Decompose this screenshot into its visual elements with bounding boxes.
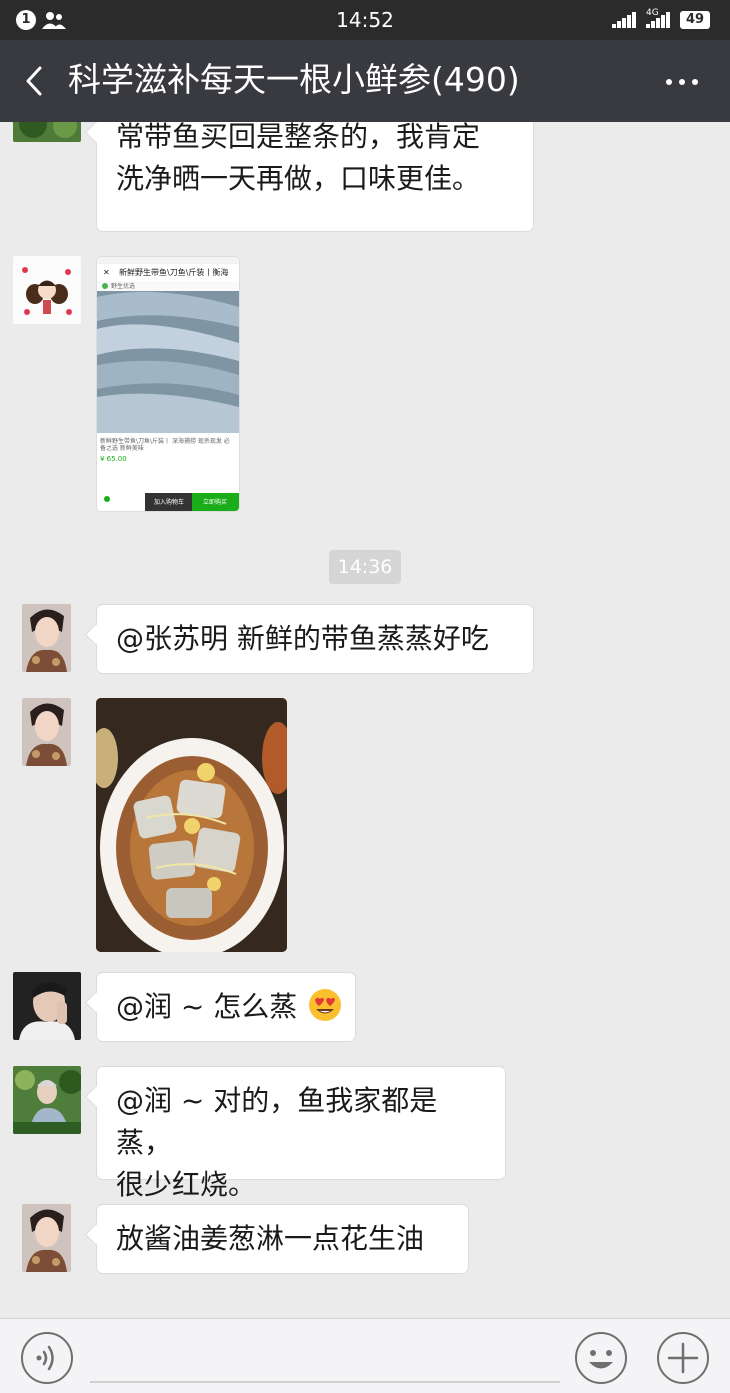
buy-now-button: 立即购买 — [203, 498, 227, 506]
battery-icon: 49 — [680, 11, 710, 29]
add-more-icon[interactable] — [656, 1331, 710, 1385]
avatar[interactable] — [13, 122, 81, 142]
message-bubble[interactable]: 放酱油姜葱淋一点花生油 — [96, 1204, 469, 1274]
avatar[interactable] — [22, 698, 71, 766]
message-input-field[interactable] — [90, 1381, 560, 1383]
close-icon: ✕ — [103, 268, 110, 277]
product-screenshot-image[interactable]: ✕ 新鲜野生带鱼\刀鱼\斤装丨衡海 野生优选 新鲜野生带鱼\刀鱼\斤装丨 深海捕… — [96, 256, 240, 512]
message-line: @润 ~ 怎么蒸 — [116, 990, 298, 1023]
avatar[interactable] — [13, 972, 81, 1040]
avatar[interactable] — [22, 604, 71, 672]
add-cart-button: 加入购物车 — [154, 498, 184, 506]
message-bubble[interactable]: @润 ~ 对的，鱼我家都是蒸， 很少红烧。 — [96, 1066, 506, 1201]
avatar[interactable] — [13, 256, 81, 324]
message-line: 洗净晒一天再做，口味更佳。 — [116, 162, 481, 195]
message-input-bar — [0, 1318, 730, 1393]
chat-header: 科学滋补每天一根小鲜参(490) — [0, 40, 730, 122]
product-desc: 备之选 新鲜美味 — [100, 444, 144, 452]
product-desc: 新鲜野生带鱼\刀鱼\斤装丨 深海捕捞 现杀现发 必 — [100, 437, 230, 445]
message-bubble[interactable]: @润 ~ 怎么蒸 — [96, 972, 356, 1042]
signal-icon — [612, 12, 636, 28]
back-chevron-icon[interactable] — [18, 64, 52, 98]
voice-mode-icon[interactable] — [20, 1331, 74, 1385]
message-line: @润 ~ 对的，鱼我家都是蒸， — [116, 1084, 438, 1159]
message-line: @张苏明 新鲜的带鱼蒸蒸好吃 — [116, 622, 489, 655]
message-line: 常带鱼买回是整条的，我肯定 — [116, 122, 481, 153]
message-line: 很少红烧。 — [116, 1168, 257, 1201]
product-page-title: 新鲜野生带鱼\刀鱼\斤装丨衡海 — [119, 267, 228, 277]
signal-icon-2 — [646, 12, 670, 28]
message-bubble[interactable]: @张苏明 新鲜的带鱼蒸蒸好吃 — [96, 604, 534, 674]
emoji-icon[interactable] — [574, 1331, 628, 1385]
steamed-fish-photo[interactable] — [96, 698, 287, 952]
heart-eyes-emoji-icon — [309, 989, 342, 1021]
more-options-icon[interactable] — [662, 70, 702, 94]
chat-title: 科学滋补每天一根小鲜参(490) — [68, 60, 520, 99]
timestamp-divider: 14:36 — [329, 550, 401, 584]
status-bar: 1 14:52 4G 49 — [0, 0, 730, 40]
product-price: ¥ 65.00 — [100, 455, 127, 463]
chat-message-list[interactable]: 常带鱼买回是整条的，我肯定 洗净晒一天再做，口味更佳。 ✕ 新鲜野生带鱼\刀鱼\… — [0, 122, 730, 1318]
shop-name: 野生优选 — [111, 282, 135, 290]
avatar[interactable] — [22, 1204, 71, 1272]
message-bubble[interactable]: 常带鱼买回是整条的，我肯定 洗净晒一天再做，口味更佳。 — [96, 122, 534, 232]
message-line: 放酱油姜葱淋一点花生油 — [116, 1222, 425, 1255]
avatar[interactable] — [13, 1066, 81, 1134]
